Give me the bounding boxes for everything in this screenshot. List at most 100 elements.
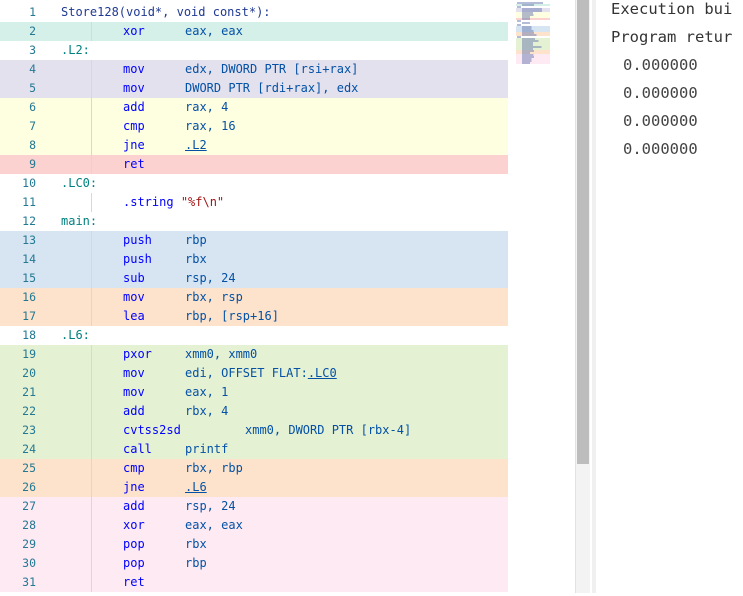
assembly-editor[interactable]: 1 Store128(void*, void const*): 2 xor eax, e… <box>0 0 575 593</box>
minimap-line-bg <box>516 28 550 30</box>
operand-text: rbx, rbp <box>185 461 243 475</box>
asm-label: .L2: <box>61 43 90 57</box>
function-label: Store128(void*, void const*): <box>61 5 271 19</box>
minimap-line-ink <box>522 60 532 62</box>
indent-guide <box>91 231 92 250</box>
code-line[interactable]: 26 jne .L6 <box>0 478 508 497</box>
instruction-mnemonic: mov <box>123 366 145 380</box>
instruction-mnemonic: add <box>123 100 145 114</box>
instruction-operands: rbx <box>185 535 207 554</box>
operand-text: rax, 4 <box>185 100 229 114</box>
operand-text: rsp, 24 <box>185 271 236 285</box>
code-line[interactable]: 30 pop rbp <box>0 554 508 573</box>
label-link[interactable]: .LC0 <box>308 366 337 380</box>
minimap-canvas <box>516 2 550 64</box>
code-line[interactable]: 7 cmp rax, 16 <box>0 117 508 136</box>
code-line[interactable]: 19 pxor xmm0, xmm0 <box>0 345 508 364</box>
line-number: 3 <box>29 43 36 57</box>
instruction-operands: edx, DWORD PTR [rsi+rax] <box>185 60 358 79</box>
code-line[interactable]: 14 push rbx <box>0 250 508 269</box>
line-number: 1 <box>29 5 36 19</box>
code-line[interactable]: 17 lea rbp, [rsp+16] <box>0 307 508 326</box>
code-line[interactable]: 11 .string "%f\n" <box>0 193 508 212</box>
label-link[interactable]: .L6 <box>185 480 207 494</box>
code-line[interactable]: 28 xor eax, eax <box>0 516 508 535</box>
execution-build-header: Execution bui <box>611 0 733 18</box>
minimap-line-ink <box>522 50 534 52</box>
code-line[interactable]: 25 cmp rbx, rbp <box>0 459 508 478</box>
instruction-operands: rbx <box>185 250 207 269</box>
code-line[interactable]: 20 mov edi, OFFSET FLAT:.LC0 <box>0 364 508 383</box>
instruction-operands: rsp, 24 <box>185 269 236 288</box>
minimap-line-ink <box>522 10 542 12</box>
code-line[interactable]: 16 mov rbx, rsp <box>0 288 508 307</box>
code-line[interactable]: 21 mov eax, 1 <box>0 383 508 402</box>
code-line[interactable]: 15 sub rsp, 24 <box>0 269 508 288</box>
instruction-operands: rax, 16 <box>185 117 236 136</box>
indent-guide <box>91 250 92 269</box>
line-number: 17 <box>22 309 36 323</box>
line-number: 18 <box>22 328 36 342</box>
code-line[interactable]: 6 add rax, 4 <box>0 98 508 117</box>
line-number: 28 <box>22 518 36 532</box>
line-number: 19 <box>22 347 36 361</box>
minimap-line-ink <box>522 18 530 20</box>
minimap-line-ink <box>522 16 530 18</box>
line-number: 20 <box>22 366 36 380</box>
minimap-line-ink <box>522 8 542 10</box>
line-number: 13 <box>22 233 36 247</box>
instruction-operands: edi, OFFSET FLAT:.LC0 <box>185 364 337 383</box>
code-line[interactable]: 12 main: <box>0 212 508 231</box>
code-line[interactable]: 29 pop rbx <box>0 535 508 554</box>
code-line[interactable]: 5 mov DWORD PTR [rdi+rax], edx <box>0 79 508 98</box>
editor-scrollbar[interactable] <box>575 0 590 593</box>
code-line[interactable]: 24 call printf <box>0 440 508 459</box>
minimap-line-ink <box>522 26 532 28</box>
string-directive: .string "%f\n" <box>123 193 224 212</box>
minimap-line-bg <box>516 62 550 64</box>
code-line[interactable]: 22 add rbx, 4 <box>0 402 508 421</box>
code-line[interactable]: 1 Store128(void*, void const*): <box>0 3 508 22</box>
minimap-line-bg <box>516 6 550 8</box>
code-line[interactable]: 2 xor eax, eax <box>0 22 508 41</box>
instruction-mnemonic: mov <box>123 385 145 399</box>
line-number: 31 <box>22 575 36 589</box>
indent-guide <box>91 440 92 459</box>
minimap-line-bg <box>516 20 550 22</box>
code-line[interactable]: 10 .LC0: <box>0 174 508 193</box>
minimap-line-ink <box>522 12 533 14</box>
instruction-mnemonic: ret <box>123 575 145 589</box>
code-line[interactable]: 9 ret <box>0 155 508 174</box>
minimap-line-ink <box>517 2 543 4</box>
code-line[interactable]: 23 cvtss2sd xmm0, DWORD PTR [rbx-4] <box>0 421 508 440</box>
instruction-mnemonic: lea <box>123 309 145 323</box>
line-number: 10 <box>22 176 36 190</box>
line-number: 14 <box>22 252 36 266</box>
code-line[interactable]: 3 .L2: <box>0 41 508 60</box>
code-line[interactable]: 18 .L6: <box>0 326 508 345</box>
code-line[interactable]: 31 ret <box>0 573 508 592</box>
directive-keyword: .string <box>123 195 174 209</box>
code-minimap[interactable] <box>508 0 575 593</box>
indent-guide <box>91 117 92 136</box>
operand-text: rbp, [rsp+16] <box>185 309 279 323</box>
indent-guide <box>91 22 92 41</box>
minimap-line-bg <box>516 24 550 26</box>
pane-divider[interactable] <box>592 0 596 593</box>
line-number: 7 <box>29 119 36 133</box>
instruction-operands: rbp, [rsp+16] <box>185 307 279 326</box>
instruction-operands: xmm0, xmm0 <box>185 345 257 364</box>
scrollbar-thumb[interactable] <box>577 0 589 464</box>
indent-guide <box>91 383 92 402</box>
code-line[interactable]: 8 jne .L2 <box>0 136 508 155</box>
label-link[interactable]: .L2 <box>185 138 207 152</box>
operand-text: xmm0, xmm0 <box>185 347 258 361</box>
code-line[interactable]: 13 push rbp <box>0 231 508 250</box>
instruction-mnemonic: push <box>123 252 152 266</box>
instruction-mnemonic: add <box>123 404 145 418</box>
indent-guide <box>91 573 92 592</box>
code-line[interactable]: 4 mov edx, DWORD PTR [rsi+rax] <box>0 60 508 79</box>
operand-text: rsp, 24 <box>185 499 236 513</box>
code-line[interactable]: 27 add rsp, 24 <box>0 497 508 516</box>
line-number: 9 <box>29 157 36 171</box>
